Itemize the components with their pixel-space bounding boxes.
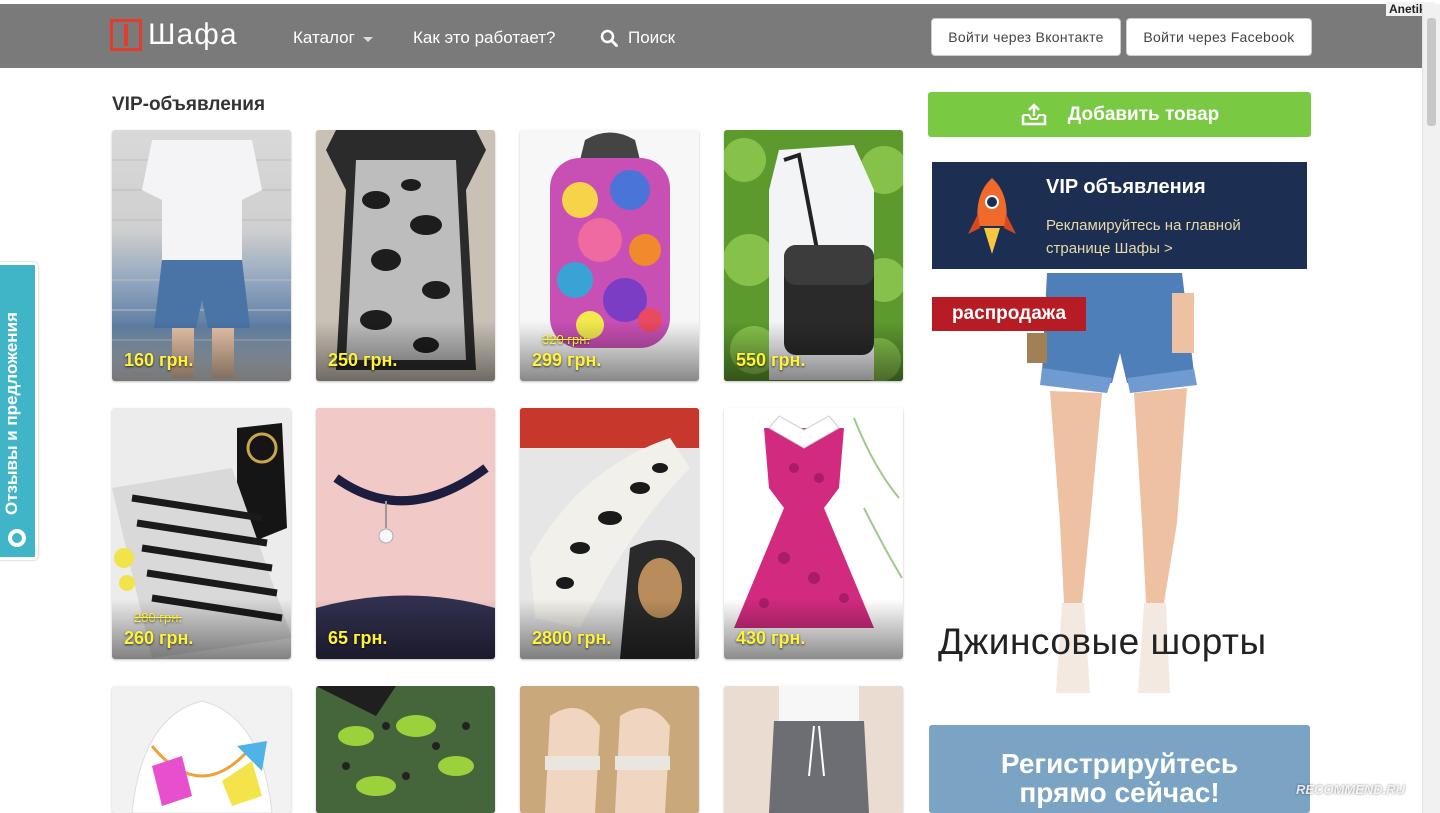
listing-card[interactable]: 250 грн. [316,130,495,381]
listing-photo [112,686,291,813]
listing-price: 2800 грн. [532,628,612,648]
listing-card[interactable] [520,686,699,813]
register-line1: Регистрируйтесь [1000,748,1239,779]
listing-photo [316,686,495,813]
listing-old-price: 320 грн. [542,332,591,347]
register-banner[interactable]: Регистрируйтесь прямо сейчас! [929,725,1310,813]
nav-how-it-works[interactable]: Как это работает? [413,28,556,48]
recommend-watermark: RECOMMEND.RU [1296,782,1406,797]
section-title: VIP-объявления [112,94,266,115]
logo-text: Шафа [148,18,238,51]
listing-card[interactable]: 550 грн. [724,130,903,381]
listing-card[interactable]: 160 грн. [112,130,291,381]
site-header: Шафа Каталог Как это работает? Поиск Вой… [0,4,1422,68]
shorts-ad-title: Джинсовые шорты [938,621,1267,662]
listing-price: 299 грн. [532,350,602,370]
add-product-button[interactable]: Добавить товар [928,92,1311,137]
listing-card[interactable]: 65 грн. [316,408,495,659]
listing-price: 160 грн. [124,350,194,370]
login-facebook-button[interactable]: Войти через Facebook [1126,18,1312,56]
vip-banner-subtitle: Рекламируйтесь на главной странице Шафы … [1046,217,1241,257]
listing-card[interactable]: 320 грн. 299 грн. [520,130,699,381]
vip-banner-title: VIP объявления [1046,176,1206,198]
feedback-tab-label: Отзывы и предложения [2,312,21,515]
denim-shorts-ad[interactable]: распродажа Джинсовые шорты [932,273,1307,695]
listing-price: 250 грн. [328,350,398,370]
listing-old-price: 280 грн. [134,610,183,625]
login-vk-button[interactable]: Войти через Вконтакте [931,18,1121,56]
sale-tag: распродажа [932,297,1086,331]
upload-icon [1021,102,1046,125]
chat-bubble-icon [8,529,26,547]
nav-how-label: Как это работает? [413,28,556,47]
listing-price: 430 грн. [736,628,806,648]
listing-card[interactable] [112,686,291,813]
scrollbar-thumb[interactable] [1427,18,1436,126]
listing-card[interactable] [724,686,903,813]
register-line2: прямо сейчас! [1019,777,1220,808]
nav-catalog[interactable]: Каталог [293,28,373,48]
nav-search[interactable]: Поиск [600,28,675,48]
chevron-down-icon [362,36,373,42]
listing-card[interactable]: 430 грн. [724,408,903,659]
search-icon [600,29,618,47]
listing-card[interactable]: 2800 грн. [520,408,699,659]
listing-card[interactable] [316,686,495,813]
listing-price: 260 грн. [124,628,194,648]
listing-price: 550 грн. [736,350,806,370]
vip-ads-banner[interactable]: VIP объявления Рекламируйтесь на главной… [932,162,1307,269]
nav-catalog-label: Каталог [293,28,355,47]
site-logo[interactable]: Шафа [110,18,238,52]
listing-price: 65 грн. [328,628,388,648]
listing-card[interactable]: 280 грн. 260 грн. [112,408,291,659]
feedback-tab[interactable]: Отзывы и предложения [0,262,38,560]
nav-search-label: Поиск [628,28,676,47]
page-scrollbar[interactable] [1422,4,1440,813]
listing-photo [520,686,699,813]
rocket-icon [968,178,1016,254]
listing-photo [724,686,903,813]
add-product-label: Добавить товар [1067,103,1220,125]
logo-icon [110,19,142,51]
